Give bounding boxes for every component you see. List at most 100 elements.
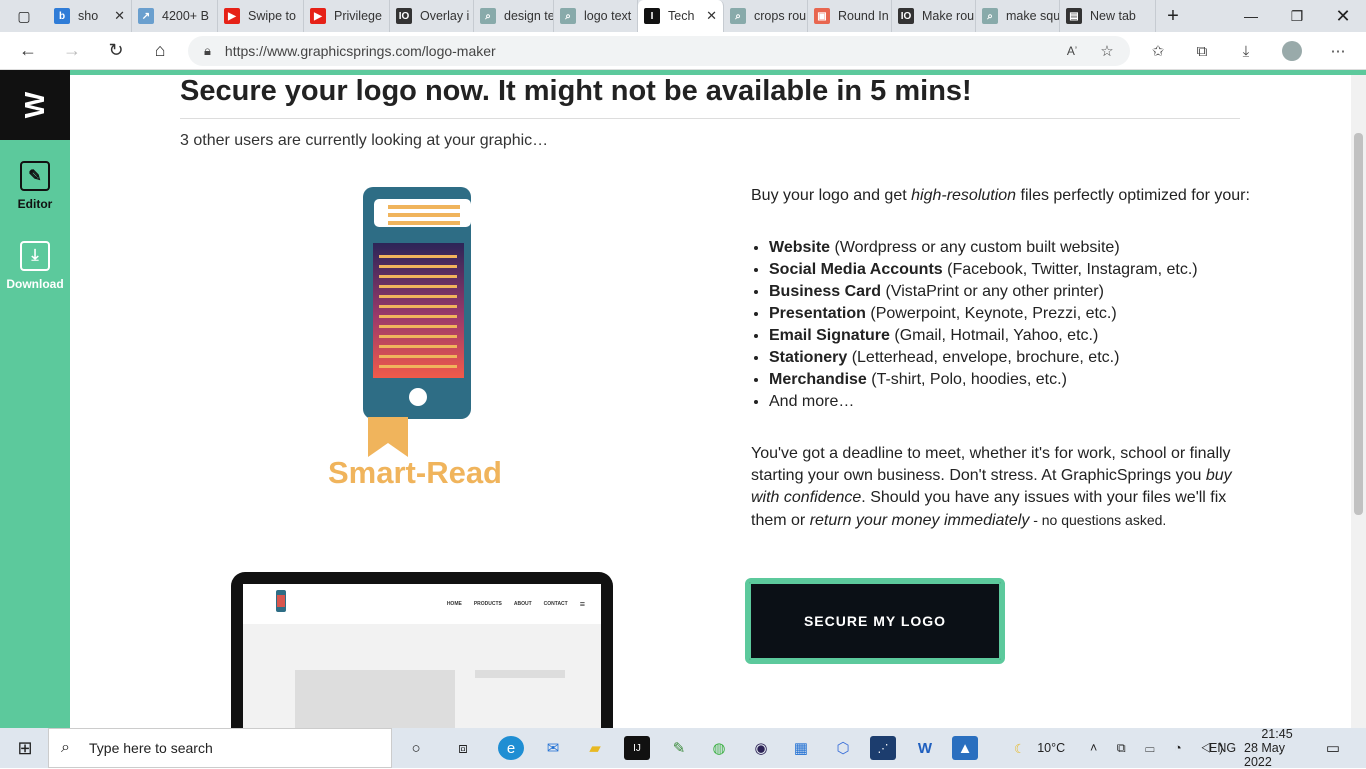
app-ring-icon[interactable]: ◍	[706, 736, 732, 760]
browser-tab[interactable]: ⌕ design te	[474, 0, 554, 32]
feature-name: Social Media Accounts	[769, 261, 943, 278]
word-icon[interactable]: W	[912, 736, 938, 760]
close-window-button[interactable]: ✕	[1320, 0, 1366, 32]
favorites-icon[interactable]: ✩	[1146, 40, 1170, 62]
intro-text: Buy your logo and get high-resolution fi…	[751, 187, 1250, 204]
tab-label: Make rou	[922, 9, 975, 23]
collections-icon[interactable]: ⧉	[1190, 40, 1214, 62]
hexagon-app-icon[interactable]: ⬡	[830, 736, 856, 760]
browser-tab[interactable]: ▤ New tab	[1060, 0, 1156, 32]
photos-icon[interactable]: ▲	[952, 736, 978, 760]
notepad-icon[interactable]: ✎	[666, 736, 692, 760]
purchase-info: Buy your logo and get high-resolution fi…	[751, 185, 1251, 532]
cortana-icon[interactable]: ○	[403, 736, 429, 760]
tab-label: Round In	[838, 9, 889, 23]
moon-icon: ☾	[1014, 741, 1026, 756]
tab-label: Tech	[668, 9, 695, 23]
read-aloud-icon[interactable]: Aʼ	[1060, 40, 1084, 62]
settings-more-icon[interactable]: ⋯	[1326, 40, 1350, 62]
forward-button[interactable]: →	[50, 32, 94, 70]
tab-favicon-icon: I	[644, 8, 660, 24]
tab-favicon-icon: ⌕	[982, 8, 998, 24]
feature-name: Business Card	[769, 283, 882, 300]
feature-item: Email Signature (Gmail, Hotmail, Yahoo, …	[769, 325, 1251, 347]
tab-label: Privilege	[334, 9, 382, 23]
wireshark-icon[interactable]: ⋰	[870, 736, 896, 760]
browser-tab[interactable]: IO Make rou	[892, 0, 976, 32]
restore-button[interactable]: ❐	[1274, 0, 1320, 32]
deadline-text: You've got a deadline to meet, whether i…	[751, 445, 1232, 529]
browser-tab[interactable]: b sho ✕	[48, 0, 132, 32]
home-button[interactable]: ⌂	[138, 32, 182, 70]
feature-name: Website	[769, 239, 831, 256]
browser-tab[interactable]: ▣ Round In	[808, 0, 892, 32]
store-icon[interactable]: ▦	[788, 736, 814, 760]
address-bar-row: ← → ↻ ⌂ 🔒︎ https://www.graphicsprings.co…	[0, 32, 1366, 70]
task-view-icon[interactable]: ⧈	[450, 736, 476, 760]
brand-logo[interactable]: W	[0, 70, 70, 140]
downloads-icon[interactable]: ⤓	[1234, 40, 1258, 62]
intellij-icon[interactable]: IJ	[624, 736, 650, 760]
close-tab-icon[interactable]: ✕	[706, 8, 717, 24]
edge-icon[interactable]: e	[498, 736, 524, 760]
close-tab-icon[interactable]: ✕	[114, 8, 125, 24]
secure-my-logo-button[interactable]: SECURE MY LOGO	[745, 578, 1005, 664]
feature-list: Website (Wordpress or any custom built w…	[751, 237, 1251, 413]
page-scrollbar[interactable]	[1351, 75, 1366, 728]
tab-actions-icon[interactable]: ▢	[0, 0, 48, 32]
tab-label: make squ	[1006, 9, 1060, 23]
tab-label: Overlay i	[420, 9, 470, 23]
tab-favicon-icon: ⌕	[480, 8, 496, 24]
feature-detail: (Powerpoint, Keynote, Prezzi, etc.)	[865, 305, 1117, 322]
edit-icon: ✎	[20, 161, 50, 191]
tab-label: sho	[78, 9, 99, 23]
browser-tab[interactable]: ▶ Privilege	[304, 0, 390, 32]
phone-book-illustration	[363, 187, 471, 457]
feature-name: Merchandise	[769, 371, 867, 388]
feature-name: Stationery	[769, 349, 848, 366]
weather-temp: 10°C	[1037, 741, 1066, 755]
eclipse-icon[interactable]: ◉	[748, 736, 774, 760]
tab-favicon-icon: b	[54, 8, 70, 24]
sidebar-item-editor[interactable]: ✎ Editor	[0, 146, 70, 226]
minimize-button[interactable]: —	[1228, 0, 1274, 32]
mockup-nav: HOME PRODUCTS ABOUT CONTACT ≡	[243, 584, 601, 624]
feature-detail: (VistaPrint or any other printer)	[881, 283, 1104, 300]
mail-icon[interactable]: ✉	[540, 736, 566, 760]
back-button[interactable]: ←	[6, 32, 50, 70]
tab-favicon-icon: IO	[898, 8, 914, 24]
notifications-icon[interactable]: ▭	[1320, 736, 1346, 760]
mockup-nav-item: PRODUCTS	[473, 601, 502, 607]
browser-tab[interactable]: ↗ 4200+ B	[132, 0, 218, 32]
browser-tab[interactable]: ⌕ logo text	[554, 0, 638, 32]
file-explorer-icon[interactable]: ▰	[582, 736, 608, 760]
mockup-nav-item: HOME	[446, 601, 462, 607]
browser-tab[interactable]: IO Overlay i	[390, 0, 474, 32]
feature-item: Business Card (VistaPrint or any other p…	[769, 281, 1251, 303]
url-text: https://www.graphicsprings.com/logo-make…	[224, 43, 496, 59]
browser-tab-bar: ▢ b sho ✕ ↗ 4200+ B ▶ Swipe to ▶ Privilege IO Over…	[0, 0, 1366, 32]
browser-tab[interactable]: ⌕ crops rou	[724, 0, 808, 32]
tab-label: 4200+ B	[162, 9, 209, 23]
weather-widget[interactable]: ☾ 10°C	[1014, 728, 1065, 768]
language-indicator[interactable]: ENG	[1209, 728, 1236, 768]
browser-tab[interactable]: I Tech ✕	[638, 0, 724, 32]
taskbar-search[interactable]: ⌕ Type here to search	[48, 728, 392, 768]
divider	[180, 118, 1240, 119]
mockup-text-block	[475, 670, 565, 678]
feature-item: Merchandise (T-shirt, Polo, hoodies, etc…	[769, 369, 1251, 391]
scrollbar-thumb[interactable]	[1354, 133, 1363, 515]
add-favorite-icon[interactable]: ☆	[1095, 40, 1119, 62]
browser-tab[interactable]: ▶ Swipe to	[218, 0, 304, 32]
start-button[interactable]: ⊞	[12, 736, 38, 760]
tab-label: design te	[504, 9, 554, 23]
clock[interactable]: 21:45 28 May 2022	[1244, 727, 1310, 769]
profile-avatar[interactable]	[1280, 40, 1304, 62]
sidebar-item-download[interactable]: ⤓ Download	[0, 226, 70, 306]
feature-item: Website (Wordpress or any custom built w…	[769, 237, 1251, 259]
refresh-button[interactable]: ↻	[94, 32, 138, 70]
url-field[interactable]: 🔒︎ https://www.graphicsprings.com/logo-m…	[188, 36, 1130, 66]
laptop-mockup: HOME PRODUCTS ABOUT CONTACT ≡	[231, 572, 613, 728]
browser-tab[interactable]: ⌕ make squ	[976, 0, 1060, 32]
new-tab-button[interactable]: +	[1156, 0, 1190, 32]
